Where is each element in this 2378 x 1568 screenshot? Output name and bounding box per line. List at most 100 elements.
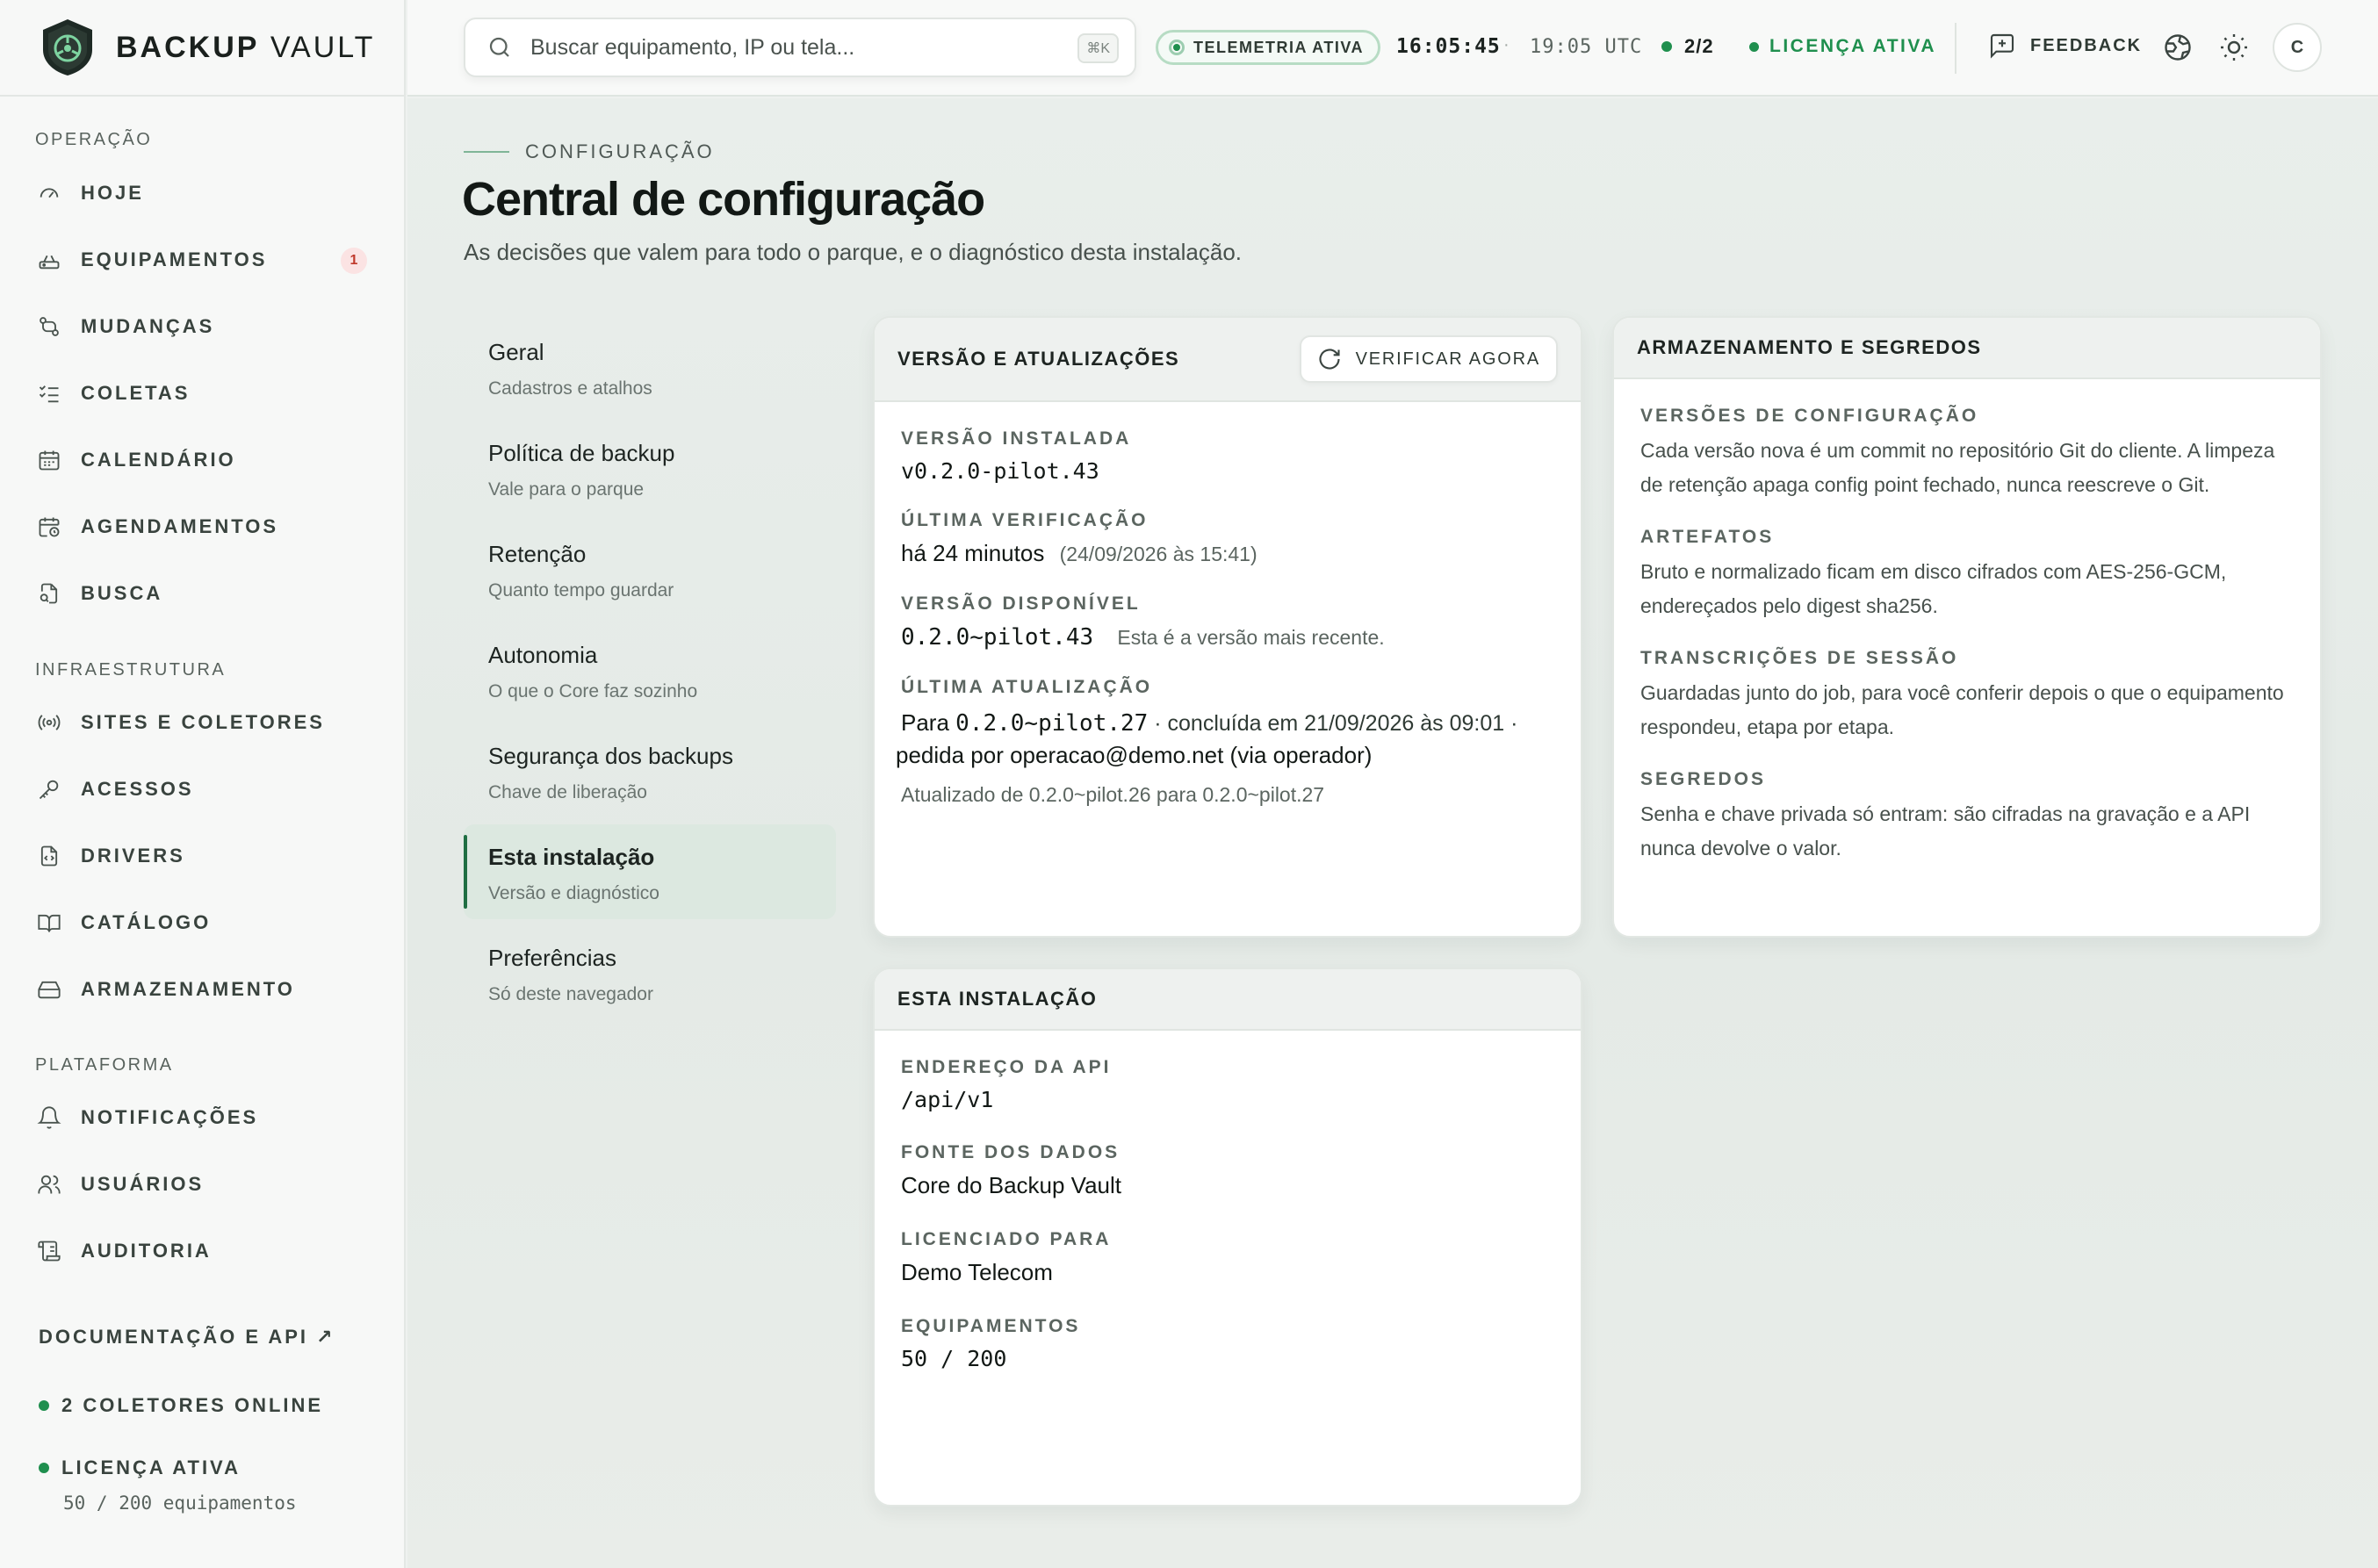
collectors-indicator[interactable]: 2/2 — [1661, 35, 1714, 58]
subnav-item-seguranca-backups[interactable]: Segurança dos backups Chave de liberação — [464, 723, 836, 818]
sidebar-item-catalogo[interactable]: CATÁLOGO — [37, 905, 371, 940]
licensed-to-label: LICENCIADO PARA — [901, 1229, 1112, 1249]
sidebar-item-busca[interactable]: BUSCA — [37, 576, 371, 611]
card-header: VERSÃO E ATUALIZAÇÕES VERIFICAR AGORA — [875, 318, 1581, 402]
search-input[interactable] — [530, 34, 1057, 61]
docs-api-link[interactable]: DOCUMENTAÇÃO E API ↗ — [39, 1326, 335, 1349]
verify-now-button[interactable]: VERIFICAR AGORA — [1299, 335, 1558, 383]
subnav-subtitle: Quanto tempo guardar — [488, 580, 674, 601]
artifacts-text: Bruto e normalizado ficam em disco cifra… — [1640, 560, 2227, 617]
sidebar-item-sites-coletores[interactable]: SITES E COLETORES — [37, 705, 371, 740]
sidebar-item-label: DRIVERS — [81, 845, 185, 867]
subnav-title: Política de backup — [488, 440, 675, 466]
installed-version-label: VERSÃO INSTALADA — [901, 428, 1132, 449]
sidebar-item-label: CALENDÁRIO — [81, 449, 236, 471]
sidebar-item-label: SITES E COLETORES — [81, 711, 325, 733]
status-dot — [1749, 41, 1759, 52]
search-icon — [489, 37, 509, 57]
subnav-subtitle: O que o Core faz sozinho — [488, 681, 698, 701]
sidebar-item-label: HOJE — [81, 182, 144, 204]
sidebar-item-hoje[interactable]: HOJE — [37, 176, 371, 211]
last-check-row: há 24 minutos (24/09/2026 às 15:41) — [901, 540, 1554, 567]
sidebar-item-label: AGENDAMENTOS — [81, 515, 279, 537]
subnav-subtitle: Cadastros e atalhos — [488, 378, 652, 399]
subnav-title: Geral — [488, 339, 544, 365]
last-update-prefix: Para — [901, 709, 949, 736]
sidebar-item-calendario[interactable]: CALENDÁRIO — [37, 442, 371, 478]
subnav-title: Autonomia — [488, 642, 598, 668]
license-label: LICENÇA ATIVA — [1769, 36, 1936, 56]
subnav-title: Esta instalação — [488, 844, 655, 870]
users-icon — [38, 1175, 61, 1194]
session-transcripts-text: Guardadas junto do job, para você confer… — [1640, 681, 2284, 738]
brand[interactable]: BACKUP VAULT — [0, 0, 404, 97]
status-label: 2 COLETORES ONLINE — [61, 1394, 324, 1416]
last-update-label: ÚLTIMA ATUALIZAÇÃO — [901, 677, 1153, 697]
available-version-note: Esta é a versão mais recente. — [1117, 626, 1385, 649]
last-check-date: (24/09/2026 às 15:41) — [1059, 543, 1257, 565]
sidebar-item-notificacoes[interactable]: NOTIFICAÇÕES — [37, 1100, 371, 1135]
collectors-online-status: 2 COLETORES ONLINE — [39, 1394, 323, 1417]
license-usage: 50 / 200 equipamentos — [63, 1492, 297, 1514]
time-separator: · — [1503, 35, 1510, 54]
search-box[interactable]: ⌘K — [464, 18, 1136, 77]
sidebar-item-label: NOTIFICAÇÕES — [81, 1106, 259, 1128]
subnav-title: Retenção — [488, 541, 587, 567]
data-source-label: FONTE DOS DADOS — [901, 1142, 1121, 1162]
subnav-item-politica-backup[interactable]: Política de backup Vale para o parque — [464, 421, 836, 515]
storage-secrets-card: ARMAZENAMENTO E SEGREDOS VERSÕES DE CONF… — [1612, 316, 2322, 938]
feedback-button[interactable]: FEEDBACK — [1988, 32, 2142, 60]
sidebar-item-coletas[interactable]: COLETAS — [37, 376, 371, 411]
available-version-value: 0.2.0~pilot.43 — [901, 624, 1094, 651]
last-check-label: ÚLTIMA VERIFICAÇÃO — [901, 510, 1149, 530]
sidebar: BACKUP VAULT OPERAÇÃO HOJE EQUIPAMENTOS … — [0, 0, 406, 1568]
globe-icon[interactable] — [2162, 32, 2194, 63]
available-version-label: VERSÃO DISPONÍVEL — [901, 593, 1141, 614]
sidebar-item-label: EQUIPAMENTOS — [81, 248, 268, 270]
license-indicator[interactable]: LICENÇA ATIVA — [1749, 36, 1936, 57]
last-update-detail: Atualizado de 0.2.0~pilot.26 para 0.2.0~… — [901, 783, 1325, 806]
sidebar-item-label: ARMAZENAMENTO — [81, 978, 295, 1000]
installation-card: ESTA INSTALAÇÃO ENDEREÇO DA API /api/v1 … — [873, 967, 1582, 1507]
status-dot — [1661, 41, 1672, 52]
sidebar-item-acessos[interactable]: ACESSOS — [37, 772, 371, 807]
subnav-item-autonomia[interactable]: Autonomia O que o Core faz sozinho — [464, 622, 836, 717]
divider — [1955, 23, 1956, 74]
sidebar-item-equipamentos[interactable]: EQUIPAMENTOS 1 — [37, 242, 371, 277]
status-label: LICENÇA ATIVA — [61, 1457, 241, 1478]
subnav-item-esta-instalacao[interactable]: Esta instalação Versão e diagnóstico — [464, 824, 836, 919]
subnav-item-retencao[interactable]: Retenção Quanto tempo guardar — [464, 521, 836, 616]
router-icon — [39, 255, 60, 270]
bell-icon — [37, 1106, 61, 1129]
secrets-text: Senha e chave privada só entram: são cif… — [1640, 802, 2251, 860]
subnav-subtitle: Versão e diagnóstico — [488, 883, 659, 903]
subnav-item-preferencias[interactable]: Preferências Só deste navegador — [464, 925, 836, 1020]
sidebar-item-mudancas[interactable]: MUDANÇAS — [37, 309, 371, 344]
key-icon — [39, 780, 59, 800]
utc-time: 19:05 UTC — [1530, 36, 1643, 58]
sidebar-item-label: COLETAS — [81, 382, 191, 404]
telemetry-label: TELEMETRIA ATIVA — [1193, 38, 1364, 56]
sidebar-item-auditoria[interactable]: AUDITORIA — [37, 1234, 371, 1269]
api-address-value: /api/v1 — [901, 1087, 994, 1112]
feedback-label: FEEDBACK — [2030, 35, 2143, 55]
hard-drive-icon — [38, 981, 61, 999]
sidebar-item-usuarios[interactable]: USUÁRIOS — [37, 1167, 371, 1202]
subnav-subtitle: Vale para o parque — [488, 479, 645, 500]
devices-value: 50 / 200 — [901, 1346, 1007, 1371]
avatar[interactable]: C — [2273, 23, 2322, 72]
sidebar-item-drivers[interactable]: DRIVERS — [37, 838, 371, 874]
last-update-version: 0.2.0~pilot.27 — [955, 710, 1149, 737]
status-dot — [39, 1463, 49, 1473]
page-title: Central de configuração — [462, 173, 985, 226]
sidebar-item-armazenamento[interactable]: ARMAZENAMENTO — [37, 972, 371, 1007]
settings-subnav: Geral Cadastros e atalhos Política de ba… — [464, 320, 836, 1026]
eyebrow-label: CONFIGURAÇÃO — [525, 140, 715, 162]
sun-icon[interactable] — [2218, 32, 2250, 63]
subnav-item-geral[interactable]: Geral Cadastros e atalhos — [464, 320, 836, 414]
sidebar-item-agendamentos[interactable]: AGENDAMENTOS — [37, 509, 371, 544]
file-code-icon — [40, 845, 58, 867]
telemetry-badge[interactable]: TELEMETRIA ATIVA — [1156, 30, 1380, 65]
status-dot — [39, 1400, 49, 1411]
card-title: VERSÃO E ATUALIZAÇÕES — [897, 348, 1180, 370]
